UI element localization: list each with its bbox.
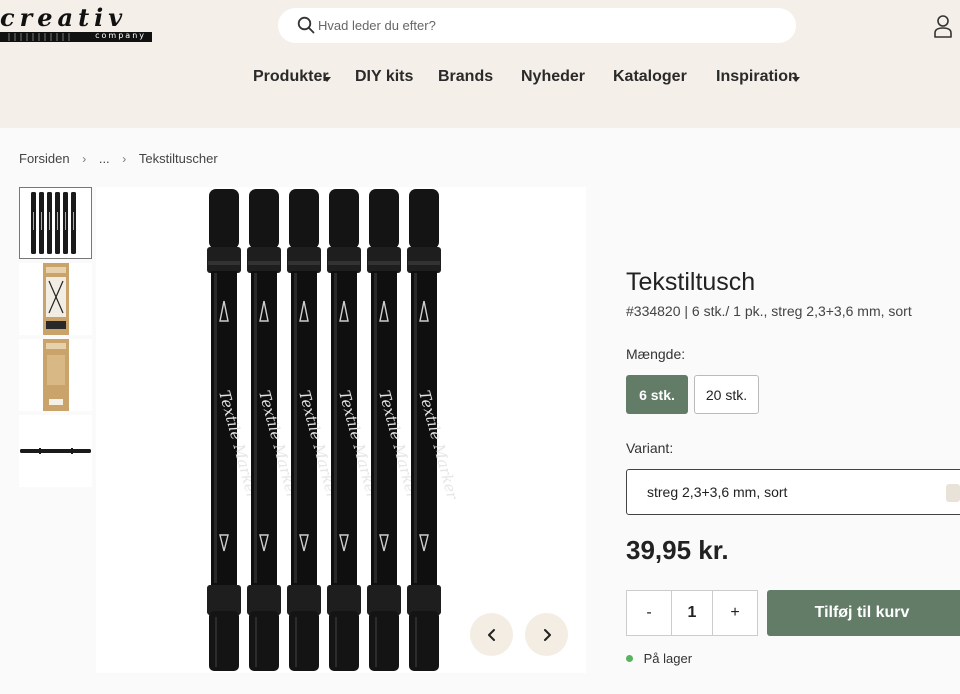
thumbnail-2[interactable] (19, 263, 92, 335)
breadcrumb-ellipsis[interactable]: ... (99, 151, 110, 166)
gallery-prev-button[interactable] (470, 613, 513, 656)
chevron-down-icon (791, 77, 800, 82)
nav-item-label: Nyheder (521, 68, 586, 85)
product-title: Tekstiltusch (626, 268, 756, 296)
variant-label: Variant: (626, 440, 674, 456)
variant-select-value: streg 2,3+3,6 mm, sort (647, 484, 788, 500)
nav-item-inspiration[interactable]: Inspiration (716, 68, 800, 86)
logo-strip: company (0, 31, 152, 42)
chevron-left-icon (487, 628, 495, 641)
nav-item-label: Produkter (253, 68, 329, 85)
chevron-down-icon (322, 77, 331, 82)
markers-thumbnail-image (31, 192, 76, 254)
breadcrumb: Forsiden › ... › Tekstiltuscher (19, 151, 218, 166)
nav-item-label: Brands (438, 68, 494, 85)
user-account-icon[interactable] (932, 14, 954, 38)
logo[interactable]: creativ company (0, 6, 152, 44)
quantity-option-20[interactable]: 20 stk. (694, 375, 759, 414)
product-price: 39,95 kr. (626, 535, 729, 565)
logo-word: creativ (0, 3, 128, 32)
in-stock-dot-icon (626, 655, 633, 663)
nav-item-label: Kataloger (613, 68, 687, 85)
add-to-cart-button[interactable]: Tilføj til kurv (767, 590, 960, 636)
search-input[interactable] (318, 8, 778, 43)
nav-item-diy-kits[interactable]: DIY kits (355, 68, 413, 86)
nav-item-label: DIY kits (355, 68, 414, 85)
quantity-decrease-button[interactable]: - (627, 591, 671, 635)
quantity-increase-button[interactable]: + (713, 591, 757, 635)
product-subtitle: #334820 | 6 stk./ 1 pk., streg 2,3+3,6 m… (626, 303, 912, 319)
breadcrumb-home[interactable]: Forsiden (19, 151, 70, 166)
quantity-label: Mængde: (626, 346, 686, 362)
marker-pen: Textile Marker (407, 189, 462, 671)
main-nav: Produkter DIY kits Brands Nyheder Katalo… (0, 68, 960, 92)
chevron-right-icon (543, 628, 551, 641)
variant-select[interactable]: streg 2,3+3,6 mm, sort (626, 469, 960, 515)
thumbnail-3[interactable] (19, 339, 92, 411)
quantity-stepper: - 1 + (626, 590, 758, 636)
nav-item-label: Inspiration (716, 68, 798, 85)
chevron-right-icon: › (122, 152, 127, 166)
dropdown-handle-icon (946, 484, 960, 502)
main-product-image[interactable]: Textile Marker Textile Marker Textile Mark… (96, 187, 586, 673)
search-bar[interactable] (278, 8, 796, 43)
package-back-thumbnail-image (43, 339, 69, 411)
textile-markers-image: Textile MarkerTextile MarkerTextile Mark… (207, 189, 462, 671)
single-marker-thumbnail-image (20, 448, 91, 454)
thumbnail-4[interactable] (19, 415, 92, 487)
quantity-input[interactable]: 1 (671, 591, 713, 635)
stock-status-label: På lager (643, 651, 693, 666)
breadcrumb-current[interactable]: Tekstiltuscher (139, 151, 218, 166)
quantity-option-6[interactable]: 6 stk. (626, 375, 688, 414)
nav-item-produkter[interactable]: Produkter (253, 68, 331, 86)
logo-subtitle: company (95, 31, 146, 40)
site-header: creativ company Produkter DIY kits Brand… (0, 0, 960, 128)
search-icon[interactable] (297, 16, 315, 34)
package-thumbnail-image (43, 263, 69, 335)
stock-status: På lager (626, 651, 692, 666)
logo-decoration (4, 33, 74, 41)
thumbnail-1[interactable] (19, 187, 92, 259)
chevron-right-icon: › (82, 152, 87, 166)
nav-item-kataloger[interactable]: Kataloger (613, 68, 687, 86)
nav-item-nyheder[interactable]: Nyheder (521, 68, 585, 86)
nav-item-brands[interactable]: Brands (438, 68, 493, 86)
gallery-next-button[interactable] (525, 613, 568, 656)
